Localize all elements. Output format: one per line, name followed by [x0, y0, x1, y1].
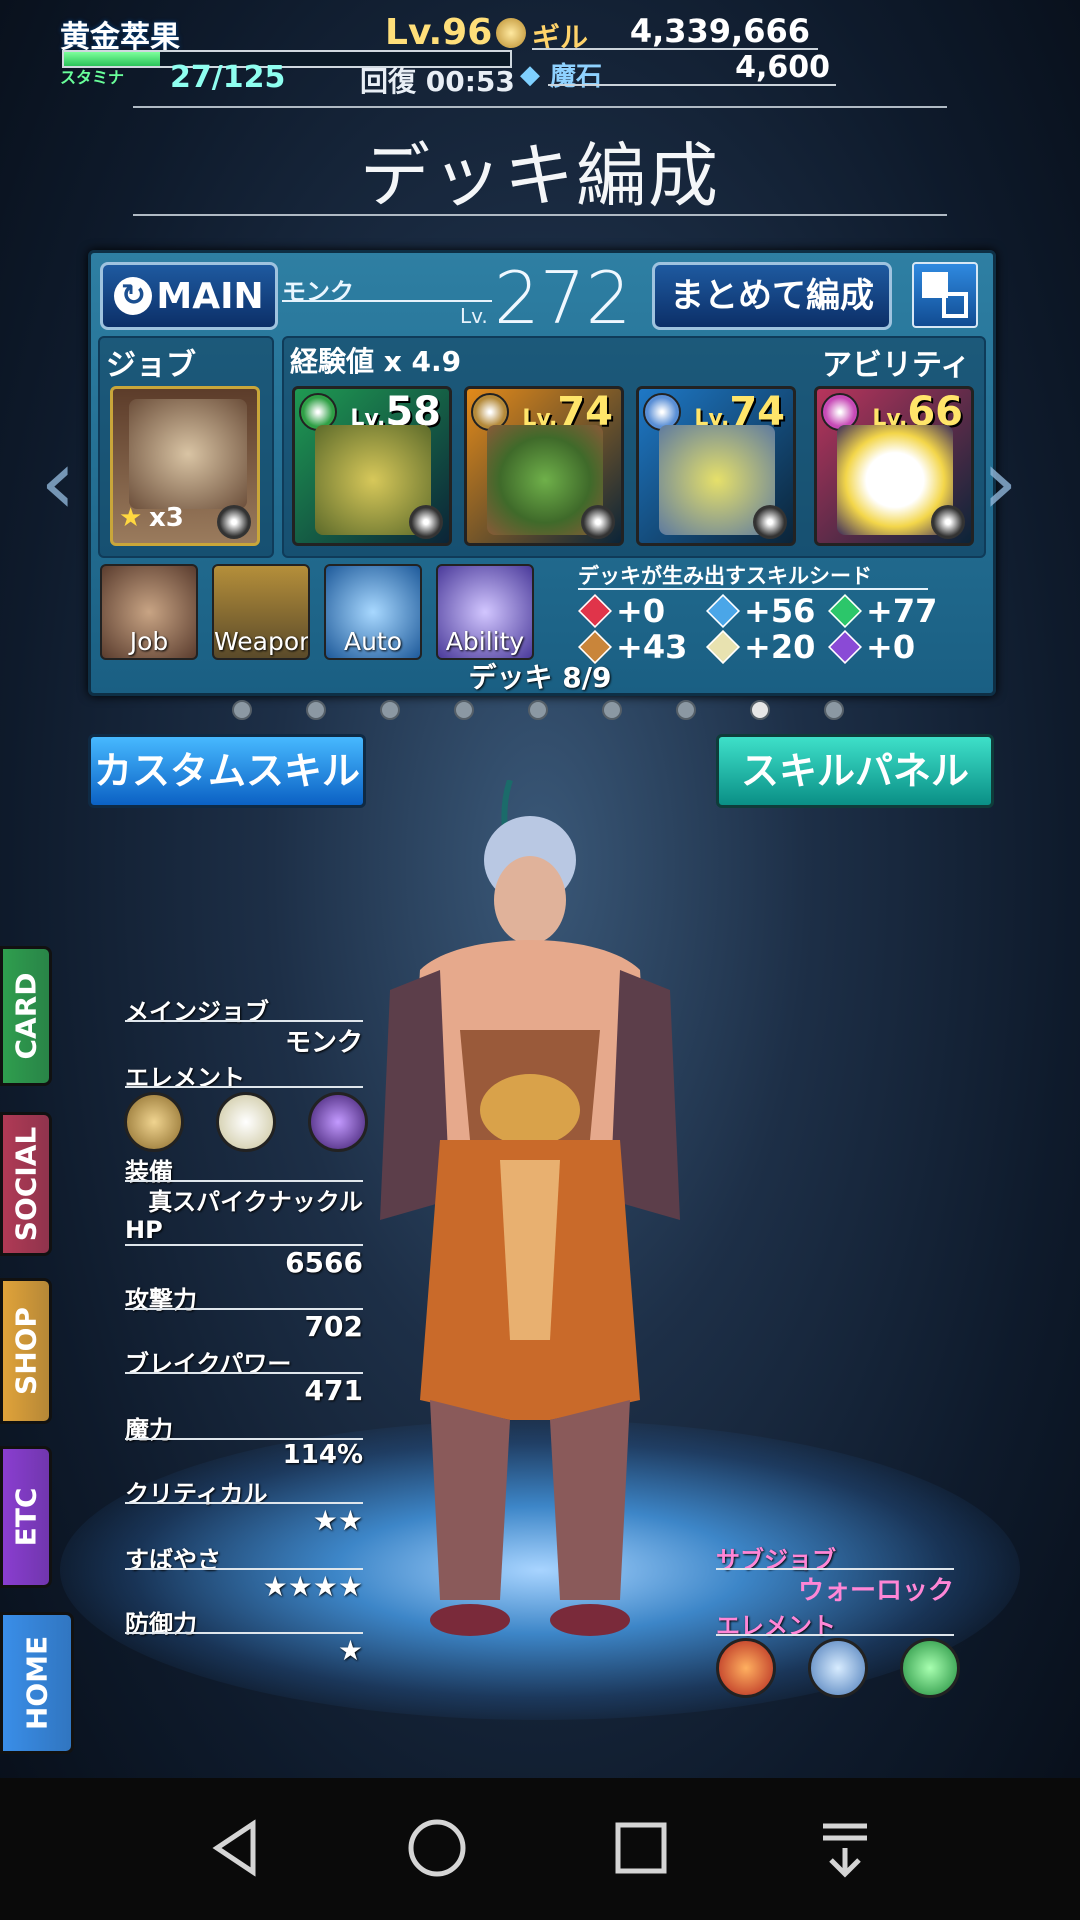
ability-card-2[interactable]: Lv.74	[464, 386, 624, 546]
page-dot[interactable]	[454, 700, 474, 720]
page-dot[interactable]	[232, 700, 252, 720]
notification-pulldown-icon[interactable]	[800, 1808, 890, 1888]
skill-panel-button[interactable]: スキルパネル	[716, 734, 994, 808]
stamina-recovery-timer: 回復 00:53	[360, 65, 515, 98]
job-slot-label: Job	[129, 627, 169, 656]
title-divider-top	[133, 106, 947, 108]
tab-card[interactable]: CARD	[0, 946, 52, 1086]
stamina-value: 27/125	[170, 60, 286, 95]
page-dot[interactable]	[528, 700, 548, 720]
stat-divider	[125, 1086, 363, 1088]
ability-card-1[interactable]: Lv.58	[292, 386, 452, 546]
magicite-value: 4,600	[735, 50, 830, 85]
light-element-icon	[216, 1092, 276, 1152]
weapon-slot-label: Weapon	[214, 627, 310, 656]
orb-icon	[931, 505, 965, 539]
dark-element-icon	[308, 1092, 368, 1152]
orb-icon	[217, 505, 251, 539]
back-triangle-icon[interactable]	[190, 1808, 280, 1888]
swap-arrow-icon: ↻	[114, 277, 153, 315]
exp-multiplier: 経験値 x 4.9	[290, 345, 462, 378]
next-deck-chevron-right-icon[interactable]: ›	[982, 430, 1018, 535]
player-level: Lv.96	[385, 12, 493, 53]
title-divider-bottom	[133, 214, 947, 216]
recent-apps-square-icon[interactable]	[596, 1808, 686, 1888]
page-title: デッキ編成	[360, 135, 720, 217]
batch-edit-button[interactable]: まとめて編成	[652, 262, 892, 330]
monk-portrait-icon	[129, 399, 247, 509]
wind-seed-icon	[828, 594, 862, 628]
attack-value: 702	[304, 1310, 363, 1343]
tab-shop[interactable]: SHOP	[0, 1278, 52, 1424]
break-power-value: 471	[304, 1374, 363, 1407]
seed-fire: +0	[578, 592, 665, 630]
custom-skill-button[interactable]: カスタムスキル	[88, 734, 366, 808]
ability-card-4[interactable]: Lv.66	[814, 386, 974, 546]
job-card-count: x3	[149, 503, 184, 533]
gil-label: ギル	[532, 21, 589, 54]
water-seed-icon	[706, 594, 740, 628]
swap-frame-icon	[942, 292, 968, 318]
monk-character-model[interactable]	[350, 780, 710, 1640]
hp-value: 6566	[285, 1246, 363, 1279]
system-navigation-bar	[0, 1778, 1080, 1920]
tab-social[interactable]: SOCIAL	[0, 1112, 52, 1256]
page-dot[interactable]	[676, 700, 696, 720]
wind-element-icon	[900, 1638, 960, 1698]
tab-etc[interactable]: ETC	[0, 1446, 52, 1588]
prev-deck-chevron-left-icon[interactable]: ‹	[40, 430, 76, 535]
auto-slot[interactable]: Auto	[324, 564, 422, 660]
orb-icon	[753, 505, 787, 539]
speed-stars: ★★★★	[262, 1570, 363, 1603]
fire-seed-icon	[578, 594, 612, 628]
orb-icon	[409, 505, 443, 539]
earth-element-icon	[124, 1092, 184, 1152]
ability-section-title: アビリティ	[822, 348, 971, 383]
gil-value: 4,339,666	[629, 12, 810, 50]
ability-card-3[interactable]: Lv.74	[636, 386, 796, 546]
stamina-label: スタミナ	[60, 68, 125, 87]
seed-underline	[578, 588, 928, 590]
page-dot[interactable]	[380, 700, 400, 720]
ice-element-icon	[808, 1638, 868, 1698]
job-underline	[282, 300, 492, 302]
job-slot[interactable]: Job	[100, 564, 198, 660]
defense-stars: ★	[337, 1634, 363, 1667]
magic-value: 114%	[282, 1440, 363, 1470]
weapon-slot[interactable]: Weapon	[212, 564, 310, 660]
magicite-crystal-icon: ◆	[520, 60, 540, 90]
job-card[interactable]: ★ x3	[110, 386, 260, 546]
main-deck-button[interactable]: ↻ MAIN	[100, 262, 278, 330]
fire-element-icon	[716, 1638, 776, 1698]
critical-stars: ★★	[312, 1504, 363, 1537]
page-dot[interactable]	[750, 700, 770, 720]
stat-divider	[716, 1634, 954, 1636]
orb-icon	[581, 505, 615, 539]
page-dot[interactable]	[824, 700, 844, 720]
seed-wind: +77	[828, 592, 937, 630]
deck-level-value: 272	[494, 256, 632, 340]
magicite-underline	[548, 84, 836, 86]
job-section-title: ジョブ	[106, 348, 196, 383]
page-dot[interactable]	[602, 700, 622, 720]
rarity-star-icon: ★	[119, 503, 143, 533]
hp-label: HP	[125, 1216, 163, 1244]
main-deck-label: MAIN	[156, 275, 264, 317]
ability-slot[interactable]: Ability	[436, 564, 534, 660]
equip-value: 真スパイクナックル	[148, 1188, 363, 1216]
page-dot[interactable]	[306, 700, 326, 720]
deck-count: デッキ 8/9	[468, 661, 612, 694]
magicite-label: 魔石	[550, 62, 603, 92]
sub-job-value: ウォーロック	[797, 1576, 954, 1606]
tab-home[interactable]: HOME	[0, 1612, 74, 1754]
gil-coin-icon	[496, 18, 526, 48]
skill-seed-title: デッキが生み出すスキルシード	[578, 564, 872, 588]
switch-view-button[interactable]	[912, 262, 978, 328]
seed-water: +56	[706, 592, 815, 630]
main-job-value: モンク	[284, 1028, 363, 1058]
home-circle-icon[interactable]	[392, 1808, 482, 1888]
auto-slot-label: Auto	[343, 627, 403, 656]
deck-level-label: Lv.	[460, 304, 488, 328]
ability-slot-label: Ability	[445, 627, 525, 656]
